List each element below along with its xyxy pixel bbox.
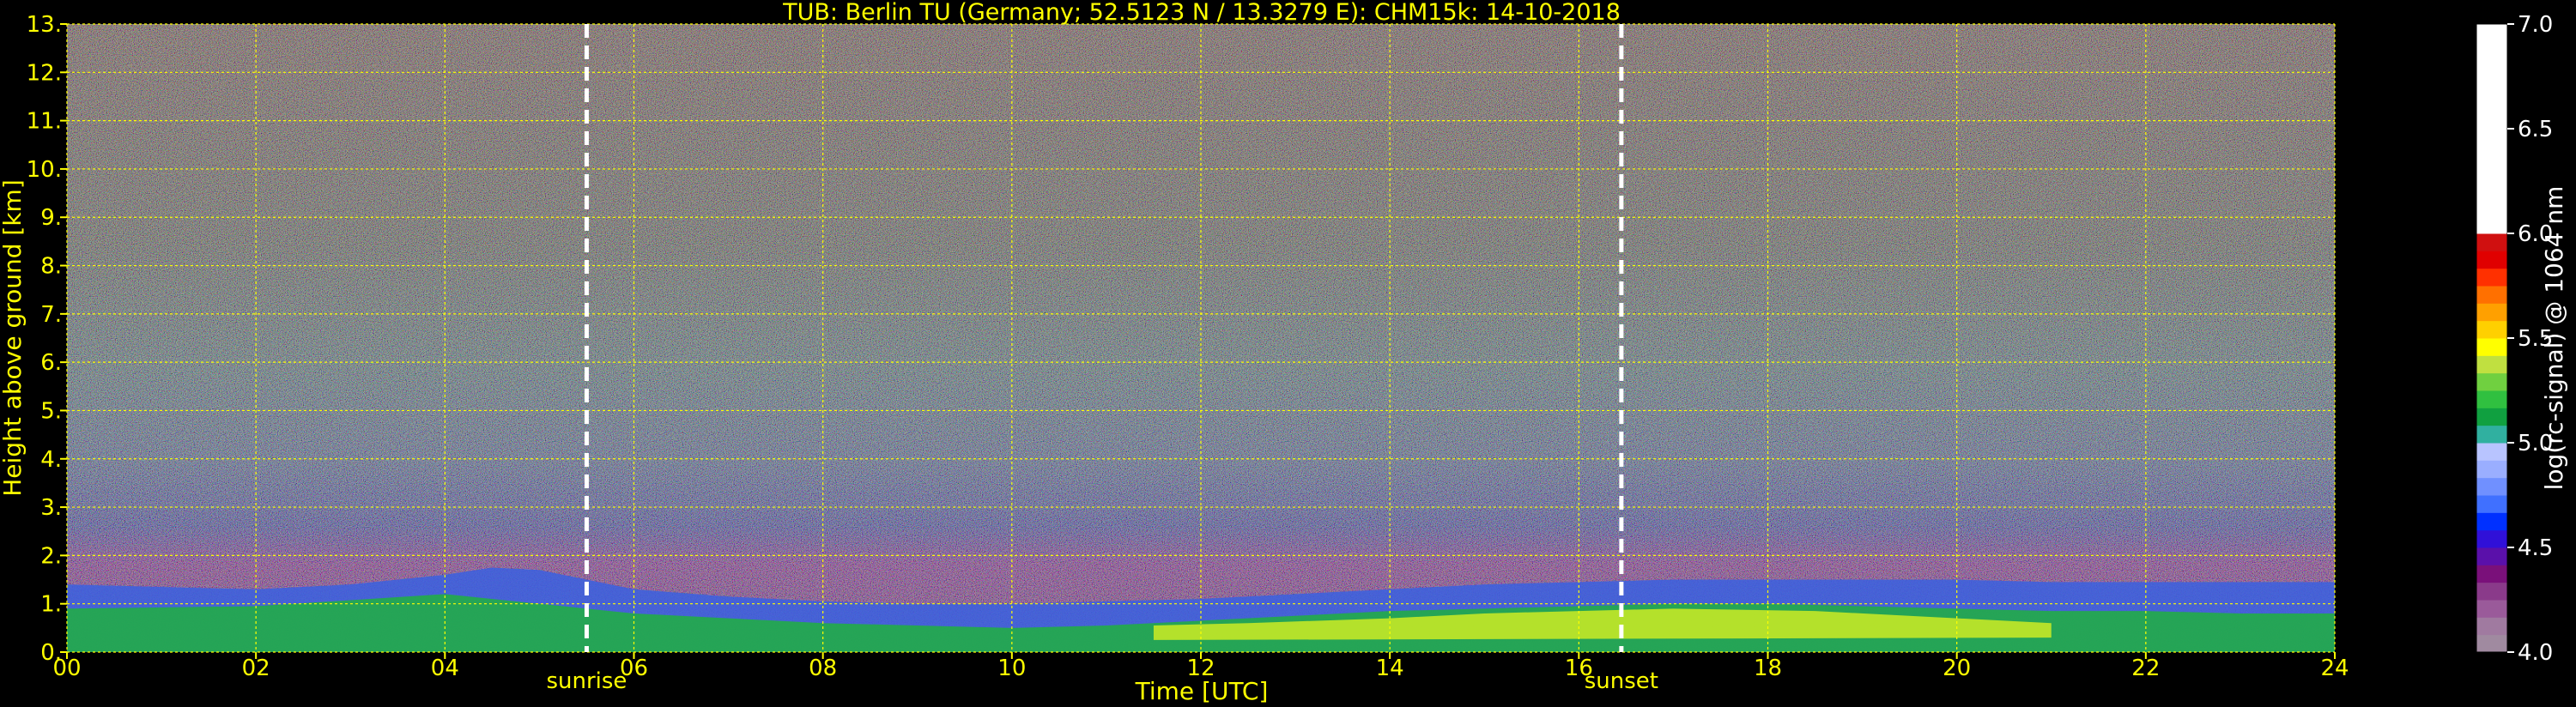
y-tick-label: 13. (27, 12, 62, 38)
colorbar-segment (2476, 634, 2507, 653)
colorbar-tick-label: 7.0 (2518, 12, 2553, 38)
colorbar-segment (2476, 460, 2507, 479)
y-axis-title: Height above ground [km] (0, 179, 27, 497)
colorbar-segment (2476, 303, 2507, 322)
colorbar (2476, 23, 2508, 653)
colorbar-tick-label: 4.5 (2518, 535, 2553, 561)
x-tick-label: 22 (2131, 656, 2160, 681)
colorbar-segment (2476, 425, 2507, 444)
colorbar-segment (2476, 390, 2507, 408)
colorbar-segment (2476, 286, 2507, 304)
x-tick-label: 14 (1376, 656, 1404, 681)
colorbar-segment (2476, 547, 2507, 565)
x-tick-label: 04 (431, 656, 459, 681)
sun-event-labels: sunrise sunset (546, 668, 1658, 694)
chart-title: TUB: Berlin TU (Germany; 52.5123 N / 13.… (782, 0, 1621, 26)
y-tick-label: 6. (40, 350, 62, 376)
y-axis-ticks: 0.1.2.3.4.5.6.7.8.9.10.11.12.13. (27, 12, 67, 666)
x-tick-label: 02 (242, 656, 270, 681)
y-tick-label: 2. (40, 543, 62, 569)
colorbar-segment (2476, 443, 2507, 461)
colorbar-segment (2476, 338, 2507, 356)
colorbar-segment (2476, 268, 2507, 287)
x-tick-label: 24 (2320, 656, 2349, 681)
y-tick-label: 11. (27, 109, 62, 135)
y-tick-label: 9. (40, 205, 62, 231)
y-tick-label: 8. (40, 254, 62, 280)
colorbar-title: log(rc-signal) @ 1064 nm (2540, 186, 2568, 491)
y-tick-label: 1. (40, 592, 62, 618)
colorbar-segment (2476, 477, 2507, 496)
y-tick-label: 7. (40, 302, 62, 328)
x-tick-label: 08 (809, 656, 837, 681)
colorbar-segment (2476, 372, 2507, 391)
colorbar-segment (2476, 24, 2507, 234)
x-tick-label: 20 (1943, 656, 1971, 681)
colorbar-segment (2476, 251, 2507, 269)
y-tick-label: 12. (27, 60, 62, 86)
colorbar-segment (2476, 512, 2507, 531)
x-tick-label: 10 (997, 656, 1026, 681)
y-tick-label: 5. (40, 398, 62, 424)
y-tick-label: 10. (27, 157, 62, 183)
sunrise-label: sunrise (546, 668, 627, 694)
colorbar-segment (2476, 582, 2507, 601)
x-tick-label: 18 (1754, 656, 1782, 681)
y-tick-label: 3. (40, 495, 62, 521)
y-tick-label: 4. (40, 447, 62, 473)
colorbar-segment (2476, 495, 2507, 513)
colorbar-tick-label: 6.5 (2518, 117, 2553, 142)
colorbar-segment (2476, 320, 2507, 339)
colorbar-segment (2476, 355, 2507, 374)
x-tick-label: 00 (52, 656, 81, 681)
ceilometer-chart: 0.1.2.3.4.5.6.7.8.9.10.11.12.13. 00 02 04 0… (0, 0, 2568, 705)
colorbar-segment (2476, 408, 2507, 426)
colorbar-segment (2476, 233, 2507, 251)
colorbar-segment (2476, 617, 2507, 636)
colorbar-tick-label: 4.0 (2518, 640, 2553, 666)
x-axis-title: Time [UTC] (1135, 677, 1269, 705)
colorbar-segment (2476, 529, 2507, 548)
sunset-label: sunset (1585, 668, 1658, 694)
colorbar-segment (2476, 600, 2507, 618)
colorbar-segment (2476, 565, 2507, 583)
plot-area (66, 23, 2336, 653)
